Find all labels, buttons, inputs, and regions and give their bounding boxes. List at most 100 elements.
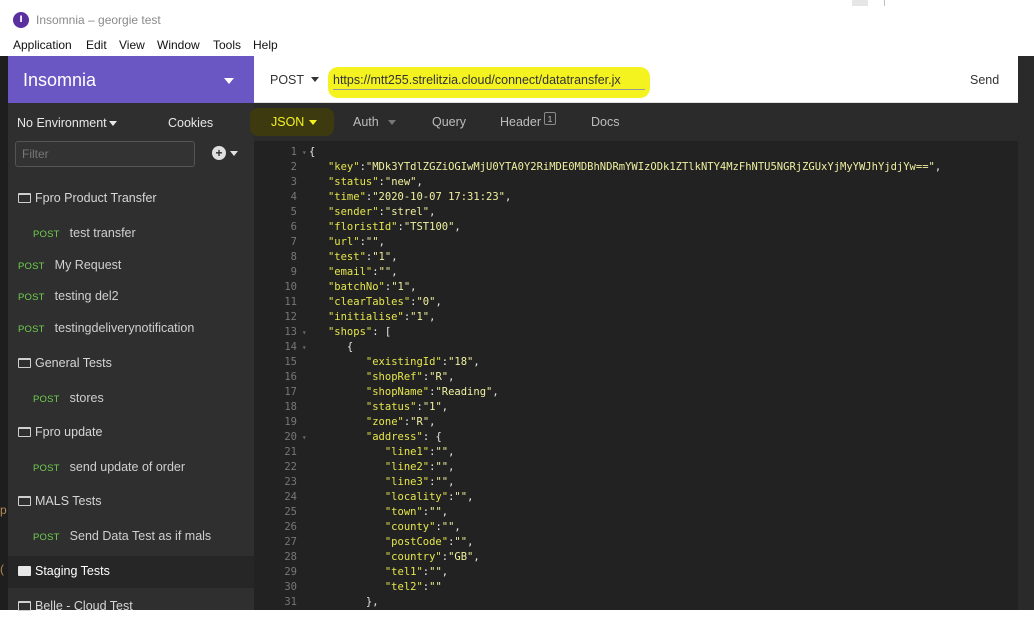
code-text: "zone":"R", xyxy=(365,416,436,428)
chevron-down-icon xyxy=(230,151,238,156)
tab-auth[interactable]: Auth xyxy=(353,115,379,129)
cookies-button[interactable]: Cookies xyxy=(168,116,213,130)
code-line: 10 "batchNo":"1", xyxy=(254,280,416,295)
folder-open-icon xyxy=(18,496,31,506)
request-label: stores xyxy=(69,391,104,405)
line-number: 9 xyxy=(290,266,297,278)
line-number: 8 xyxy=(290,251,297,263)
code-text: "address": { xyxy=(365,431,442,443)
code-line: 26 "county":"", xyxy=(254,520,460,535)
request-stores[interactable]: POST stores xyxy=(0,391,254,411)
scrollbar-thumb xyxy=(852,0,868,6)
code-text: "floristId":"TST100", xyxy=(327,221,461,233)
code-text: "email":"", xyxy=(327,266,398,278)
code-text: "shopName":"Reading", xyxy=(365,386,499,398)
method-dropdown[interactable]: POST xyxy=(270,73,304,87)
request-testingdeliverynotification[interactable]: POST testingdeliverynotification xyxy=(0,321,254,341)
request-testing-del2[interactable]: POST testing del2 xyxy=(0,289,254,309)
code-line: 16 "shopRef":"R", xyxy=(254,370,454,385)
fold-arrow-icon[interactable]: ▾ xyxy=(297,340,309,355)
line-number: 4 xyxy=(290,191,297,203)
insomnia-logo-icon: I xyxy=(13,12,29,28)
method-badge: POST xyxy=(18,292,45,303)
code-line: 30 "tel2":"" xyxy=(254,580,441,595)
code-text: "clearTables":"0", xyxy=(327,296,442,308)
tab-docs[interactable]: Docs xyxy=(591,115,619,129)
code-line: 7 "url":"", xyxy=(254,235,385,250)
line-number: 3 xyxy=(290,176,297,188)
code-line: 24 "locality":"", xyxy=(254,490,473,505)
request-send-update-of-order[interactable]: POST send update of order xyxy=(0,460,254,480)
request-label: testing del2 xyxy=(54,289,119,303)
line-number: 23 xyxy=(284,476,297,488)
folder-belle-cloud-test[interactable]: Belle - Cloud Test xyxy=(0,599,254,619)
code-line: 20 ▾ "address": { xyxy=(254,430,442,445)
url-input[interactable] xyxy=(333,71,645,90)
line-number: 18 xyxy=(284,401,297,413)
code-line: 11 "clearTables":"0", xyxy=(254,295,442,310)
code-line: 1 ▾{ xyxy=(254,145,316,160)
line-number: 6 xyxy=(290,221,297,233)
line-number: 2 xyxy=(290,161,297,173)
chevron-down-icon xyxy=(309,120,317,125)
fold-arrow-icon[interactable]: ▾ xyxy=(297,325,309,340)
request-test-transfer[interactable]: POST test transfer xyxy=(0,226,254,246)
request-send-data-test-as-if-mals[interactable]: POST Send Data Test as if mals xyxy=(0,529,254,549)
code-line: 4 "time":"2020-10-07 17:31:23", xyxy=(254,190,512,205)
code-line: 21 "line1":"", xyxy=(254,445,454,460)
folder-fpro-product-transfer[interactable]: Fpro Product Transfer xyxy=(0,191,254,211)
code-line: 25 "town":"", xyxy=(254,505,448,520)
tab-header[interactable]: Header xyxy=(500,115,541,129)
request-my-request[interactable]: POST My Request xyxy=(0,258,254,278)
filter-input[interactable] xyxy=(15,141,195,167)
menu-edit[interactable]: Edit xyxy=(86,38,107,52)
workspace-dropdown[interactable]: Insomnia xyxy=(8,56,254,103)
background-text-fragment: ( xyxy=(0,562,4,576)
menu-help[interactable]: Help xyxy=(253,38,278,52)
title-bar: I Insomnia – georgie test xyxy=(0,0,1034,36)
request-label: Send Data Test as if mals xyxy=(69,529,212,543)
fold-arrow-icon[interactable]: ▾ xyxy=(297,430,309,445)
folder-open-icon xyxy=(18,193,31,203)
folder-open-icon xyxy=(18,358,31,368)
chevron-down-icon xyxy=(311,77,319,82)
chevron-down-icon xyxy=(224,78,234,84)
code-text: "town":"", xyxy=(384,506,449,518)
tab-body-json[interactable]: JSON xyxy=(271,115,304,129)
code-text: { xyxy=(309,341,354,353)
line-number: 16 xyxy=(284,371,297,383)
code-line: 22 "line2":"", xyxy=(254,460,454,475)
add-item-button[interactable]: + xyxy=(212,146,240,162)
code-line: 23 "line3":"", xyxy=(254,475,454,490)
environment-dropdown[interactable]: No Environment xyxy=(17,116,107,130)
code-text: "existingId":"18", xyxy=(365,356,480,368)
folder-closed-icon xyxy=(18,566,31,576)
folder-label: Fpro update xyxy=(35,425,103,439)
code-text: "postCode":"", xyxy=(384,536,474,548)
code-text: { xyxy=(309,146,316,158)
menu-window[interactable]: Window xyxy=(157,38,200,52)
folder-fpro-update[interactable]: Fpro update xyxy=(0,425,254,445)
tab-query[interactable]: Query xyxy=(432,115,466,129)
folder-general-tests[interactable]: General Tests xyxy=(0,356,254,376)
line-number: 10 xyxy=(284,281,297,293)
background-text-fragment: p xyxy=(0,503,7,517)
code-text: "initialise":"1", xyxy=(327,311,436,323)
menu-view[interactable]: View xyxy=(119,38,145,52)
fold-arrow-icon[interactable]: ▾ xyxy=(297,145,309,160)
line-number: 30 xyxy=(284,581,297,593)
code-line: 17 "shopName":"Reading", xyxy=(254,385,499,400)
code-line: 15 "existingId":"18", xyxy=(254,355,480,370)
code-text: "status":"new", xyxy=(327,176,423,188)
line-number: 12 xyxy=(284,311,297,323)
menu-tools[interactable]: Tools xyxy=(213,38,241,52)
chevron-down-icon xyxy=(388,120,396,125)
folder-staging-tests[interactable]: Staging Tests xyxy=(0,564,254,584)
send-button[interactable]: Send xyxy=(970,73,999,87)
line-number: 26 xyxy=(284,521,297,533)
menu-application[interactable]: Application xyxy=(13,38,72,52)
code-text: "locality":"", xyxy=(384,491,474,503)
folder-label: Fpro Product Transfer xyxy=(35,191,157,205)
folder-mals-tests[interactable]: MALS Tests xyxy=(0,494,254,514)
json-body-editor[interactable]: 1 ▾{2 "key":"MDk3YTdlZGZiOGIwMjU0YTA0Y2R… xyxy=(254,141,1018,610)
